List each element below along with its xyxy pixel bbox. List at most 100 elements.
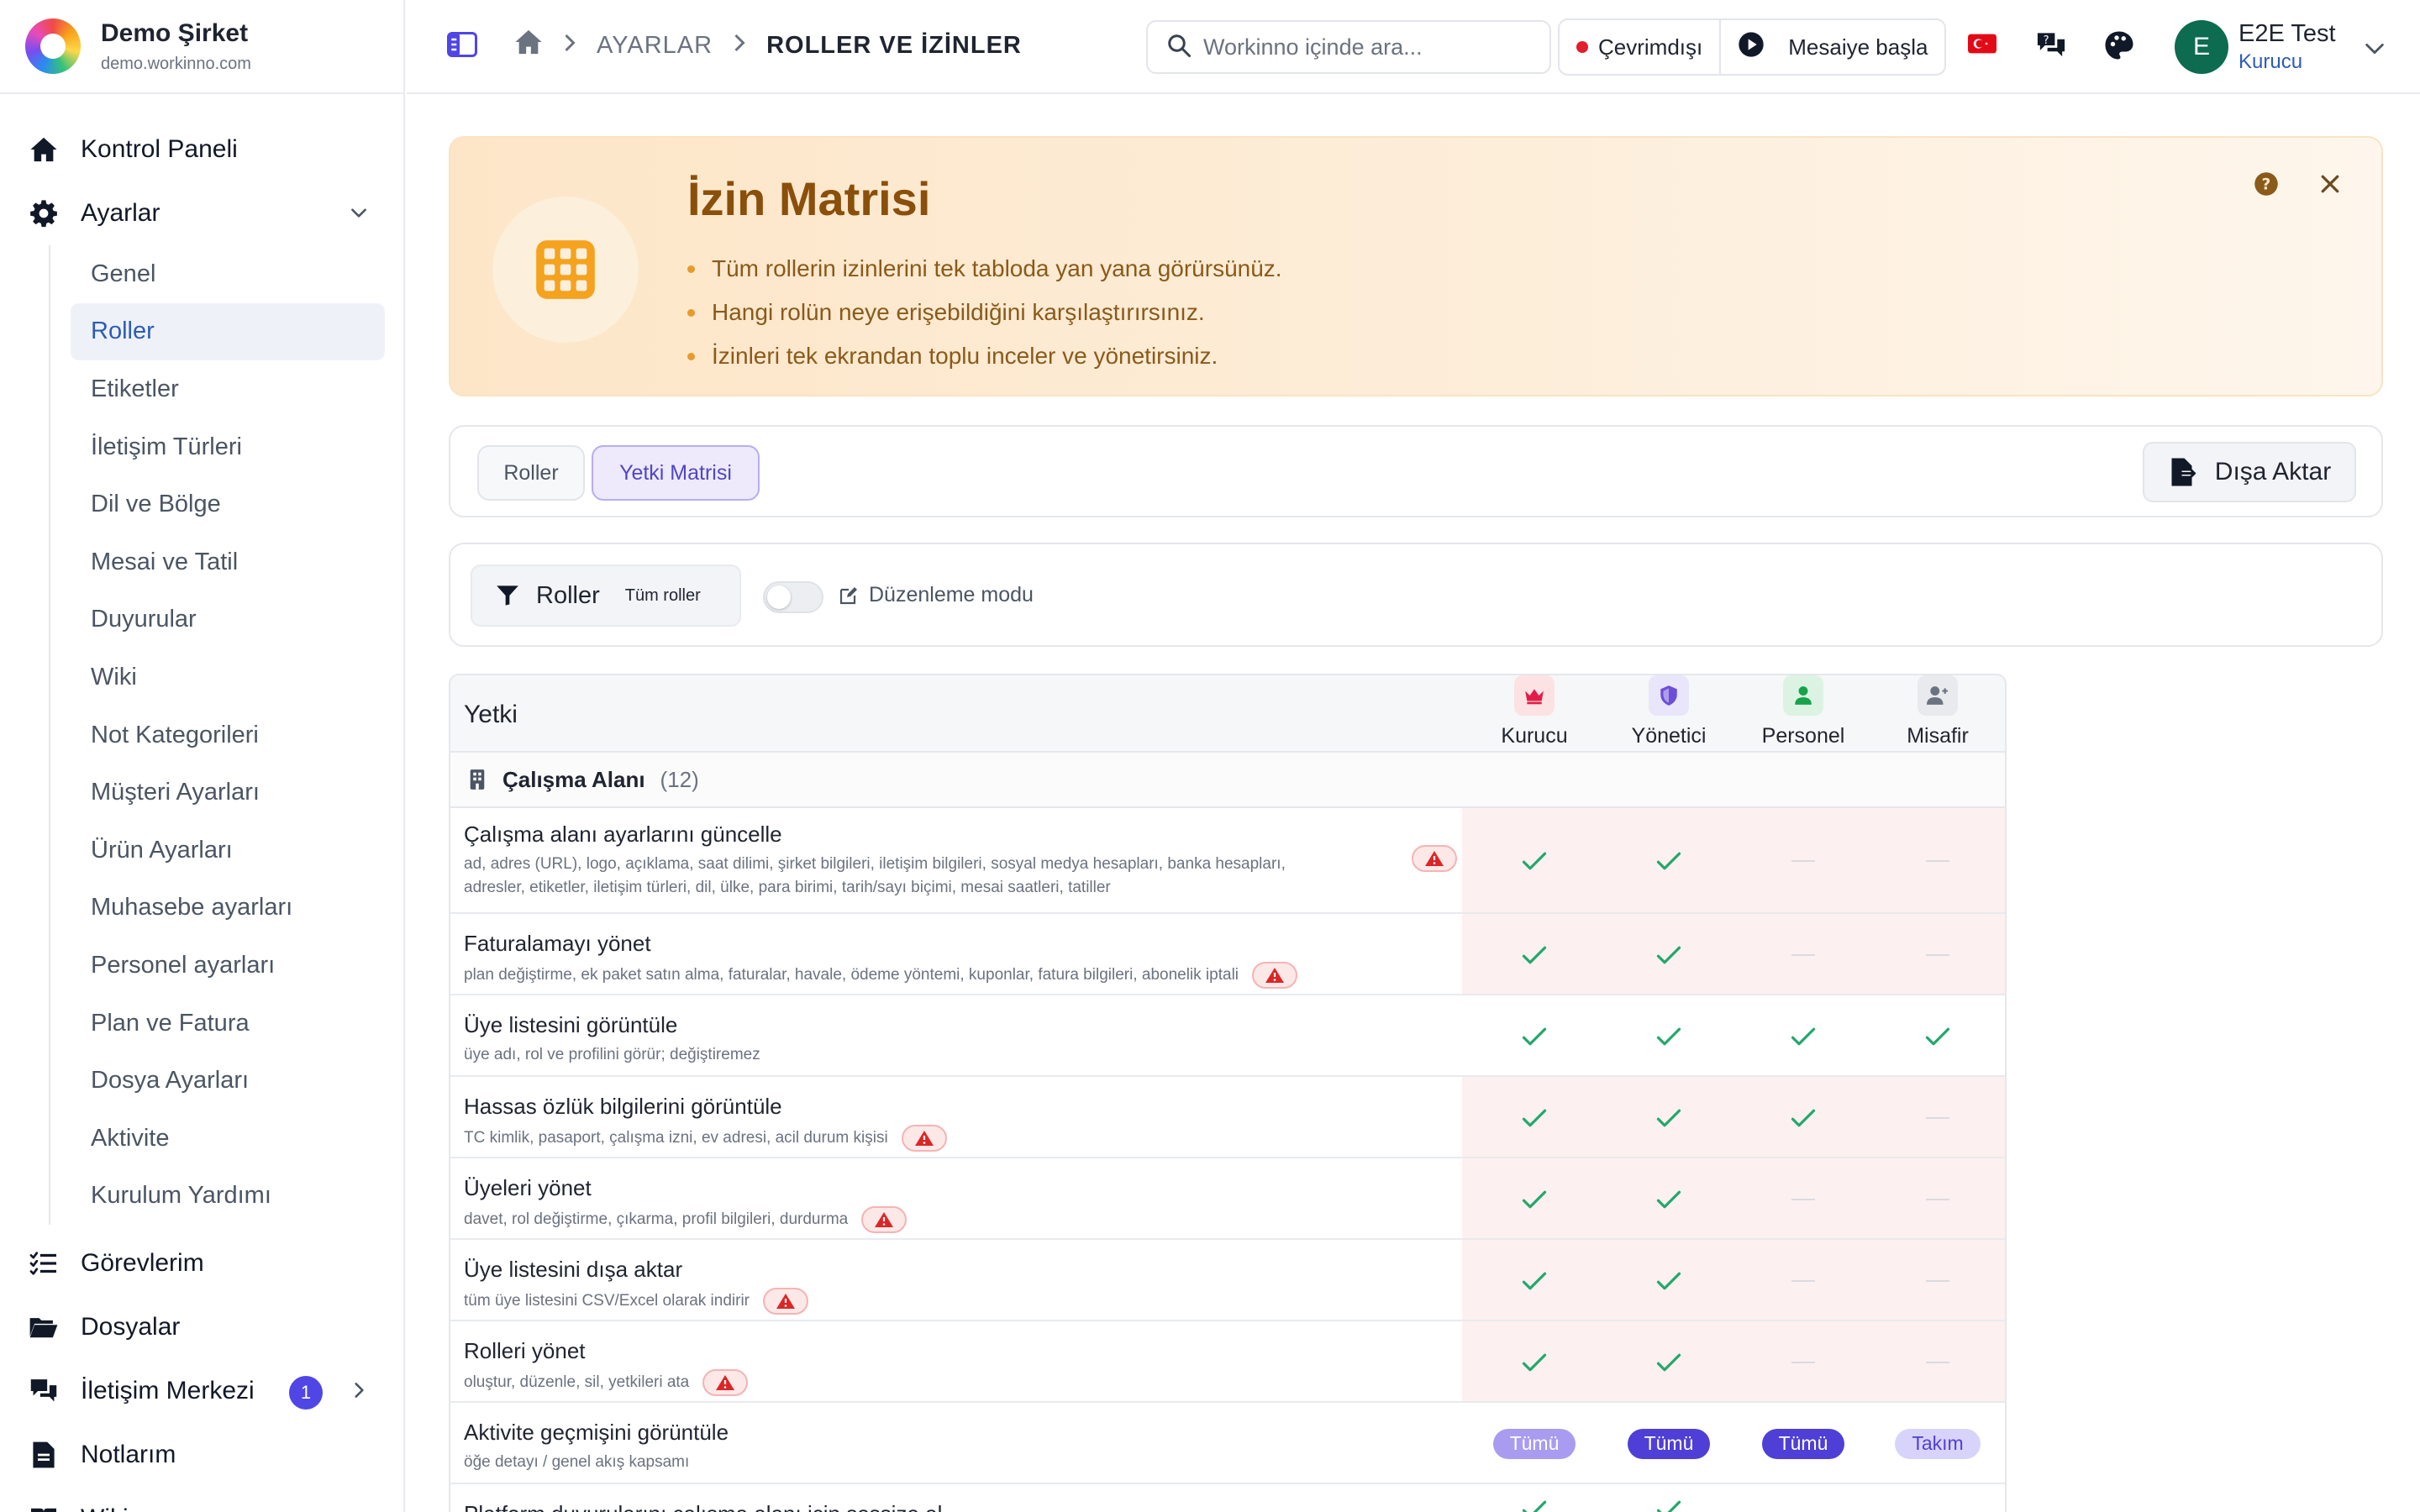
sidebar-item-note-categories[interactable]: Not Kategorileri	[71, 706, 385, 764]
sidebar-toggle-icon[interactable]	[447, 32, 477, 61]
flag-tr-icon[interactable]	[1968, 34, 1996, 58]
nav-item-communication[interactable]: İletişim Merkezi 1	[0, 1359, 403, 1423]
support-chat-icon[interactable]: ?	[2035, 30, 2067, 65]
permission-cell[interactable]	[1602, 1240, 1736, 1321]
sidebar-item-setup-help[interactable]: Kurulum Yardımı	[71, 1168, 385, 1226]
warning-icon[interactable]	[901, 1125, 947, 1152]
tab-permission-matrix[interactable]: Yetki Matrisi	[592, 445, 760, 501]
sidebar-item-contact-types[interactable]: İletişim Türleri	[71, 418, 385, 476]
warning-icon[interactable]	[702, 1369, 749, 1396]
permission-cell[interactable]	[1870, 995, 2005, 1077]
permission-cell[interactable]	[1467, 914, 1602, 995]
sidebar-item-accounting-settings[interactable]: Muhasebe ayarları	[71, 879, 385, 937]
scope-badge[interactable]: Tümü	[1492, 1428, 1576, 1459]
permission-cell[interactable]: Tümü	[1602, 1403, 1736, 1484]
warning-icon[interactable]	[1412, 845, 1457, 872]
warning-icon[interactable]	[763, 1288, 809, 1315]
permission-cell[interactable]	[1736, 1240, 1870, 1321]
permission-cell[interactable]	[1736, 1484, 1870, 1512]
permission-group[interactable]: Çalışma Alanı (12)	[450, 753, 2005, 808]
sidebar-item-tags[interactable]: Etiketler	[71, 360, 385, 418]
roles-filter-dropdown[interactable]: Roller Tüm roller	[471, 564, 741, 627]
permission-cell[interactable]	[1602, 1484, 1736, 1512]
sidebar-item-file-settings[interactable]: Dosya Ayarları	[71, 1052, 385, 1110]
permission-cell[interactable]	[1870, 808, 2005, 914]
permission-cell[interactable]	[1467, 995, 1602, 1077]
warning-icon[interactable]	[1252, 962, 1298, 989]
sidebar-item-product-settings[interactable]: Ürün Ayarları	[71, 822, 385, 879]
permission-cell[interactable]	[1736, 808, 1870, 914]
permission-cell[interactable]	[1736, 1077, 1870, 1158]
chevron-down-icon[interactable]	[2363, 39, 2386, 63]
help-icon[interactable]: ?	[2254, 171, 2279, 201]
sidebar-item-plan-billing[interactable]: Plan ve Fatura	[71, 995, 385, 1053]
sidebar-item-customer-settings[interactable]: Müşteri Ayarları	[71, 764, 385, 822]
sidebar-item-roles[interactable]: Roller	[71, 302, 385, 361]
nav-item-settings[interactable]: Ayarlar	[0, 181, 403, 245]
chevron-down-icon[interactable]	[348, 202, 370, 228]
permission-cell[interactable]	[1602, 995, 1736, 1077]
permission-cell[interactable]	[1602, 1321, 1736, 1403]
sidebar-item-wiki[interactable]: Wiki	[71, 648, 385, 706]
permission-cell[interactable]: Tümü	[1467, 1403, 1602, 1484]
sidebar-item-staff-settings[interactable]: Personel ayarları	[71, 937, 385, 995]
avatar[interactable]: E	[2175, 20, 2228, 74]
start-shift-button[interactable]: Mesaiye başla	[1719, 20, 1944, 74]
warning-icon[interactable]	[861, 1206, 908, 1233]
tab-roles[interactable]: Roller	[477, 445, 585, 501]
scope-badge[interactable]: Tümü	[1761, 1428, 1845, 1459]
workspace-switcher[interactable]: Demo Şirket demo.workinno.com	[0, 0, 403, 94]
permission-cell[interactable]	[1870, 1158, 2005, 1240]
sidebar-item-activity[interactable]: Aktivite	[71, 1110, 385, 1168]
close-icon[interactable]	[2317, 171, 2343, 201]
search-input[interactable]	[1203, 34, 1523, 60]
permission-cell[interactable]	[1736, 1158, 1870, 1240]
permission-cell[interactable]	[1467, 808, 1602, 914]
sidebar-item-general[interactable]: Genel	[71, 245, 385, 303]
check-icon	[1656, 1109, 1681, 1126]
sidebar-item-language-region[interactable]: Dil ve Bölge	[71, 475, 385, 533]
nav-item-files[interactable]: Dosyalar	[0, 1295, 403, 1359]
unread-badge: 1	[289, 1376, 323, 1410]
nav-item-notes[interactable]: Notlarım	[0, 1423, 403, 1487]
global-search[interactable]	[1146, 20, 1551, 74]
permission-cell[interactable]	[1870, 1321, 2005, 1403]
nav-item-tasks[interactable]: Görevlerim	[0, 1231, 403, 1295]
nav-item-wiki[interactable]: Wiki	[0, 1487, 403, 1512]
breadcrumb-settings[interactable]: AYARLAR	[597, 32, 713, 60]
permission-cell[interactable]	[1467, 1077, 1602, 1158]
permission-cell[interactable]	[1870, 914, 2005, 995]
permission-cell[interactable]	[1736, 995, 1870, 1077]
permission-cell[interactable]	[1467, 1240, 1602, 1321]
sidebar-item-hours-holidays[interactable]: Mesai ve Tatil	[71, 533, 385, 591]
permission-cell[interactable]	[1602, 808, 1736, 914]
permission-cell[interactable]	[1736, 914, 1870, 995]
permission-cell[interactable]	[1870, 1484, 2005, 1512]
edit-mode-toggle[interactable]	[763, 581, 823, 613]
info-banner: İzin Matrisi Tüm rollerin izinlerini tek…	[449, 136, 2383, 396]
permission-cell[interactable]	[1736, 1321, 1870, 1403]
home-icon[interactable]	[514, 29, 543, 62]
permission-cell[interactable]	[1467, 1158, 1602, 1240]
presence-status[interactable]: Çevrimdışı	[1560, 20, 1719, 74]
scope-badge[interactable]: Tümü	[1627, 1428, 1711, 1459]
permission-cell[interactable]	[1870, 1240, 2005, 1321]
no-access-dash	[1791, 1279, 1815, 1282]
sidebar-item-announcements[interactable]: Duyurular	[71, 591, 385, 649]
permission-cell[interactable]	[1870, 1077, 2005, 1158]
palette-icon[interactable]	[2104, 30, 2134, 65]
permission-cell[interactable]: Tümü	[1736, 1403, 1870, 1484]
permission-cell[interactable]	[1602, 1158, 1736, 1240]
permission-cell[interactable]	[1602, 914, 1736, 995]
chevron-right-icon[interactable]	[348, 1379, 370, 1405]
scope-badge[interactable]: Takım	[1895, 1428, 1981, 1459]
nav-item-dashboard[interactable]: Kontrol Paneli	[0, 118, 403, 181]
permission-cell[interactable]	[1602, 1077, 1736, 1158]
edit-mode-label[interactable]: Düzenleme modu	[839, 583, 1034, 607]
permission-cell[interactable]	[1467, 1484, 1602, 1512]
permission-cell[interactable]	[1467, 1321, 1602, 1403]
check-icon	[1522, 1027, 1547, 1045]
permission-cell[interactable]: Takım	[1870, 1403, 2005, 1484]
export-button[interactable]: Dışa Aktar	[2143, 442, 2356, 502]
permission-title-text: Rolleri yönet	[464, 1338, 586, 1363]
